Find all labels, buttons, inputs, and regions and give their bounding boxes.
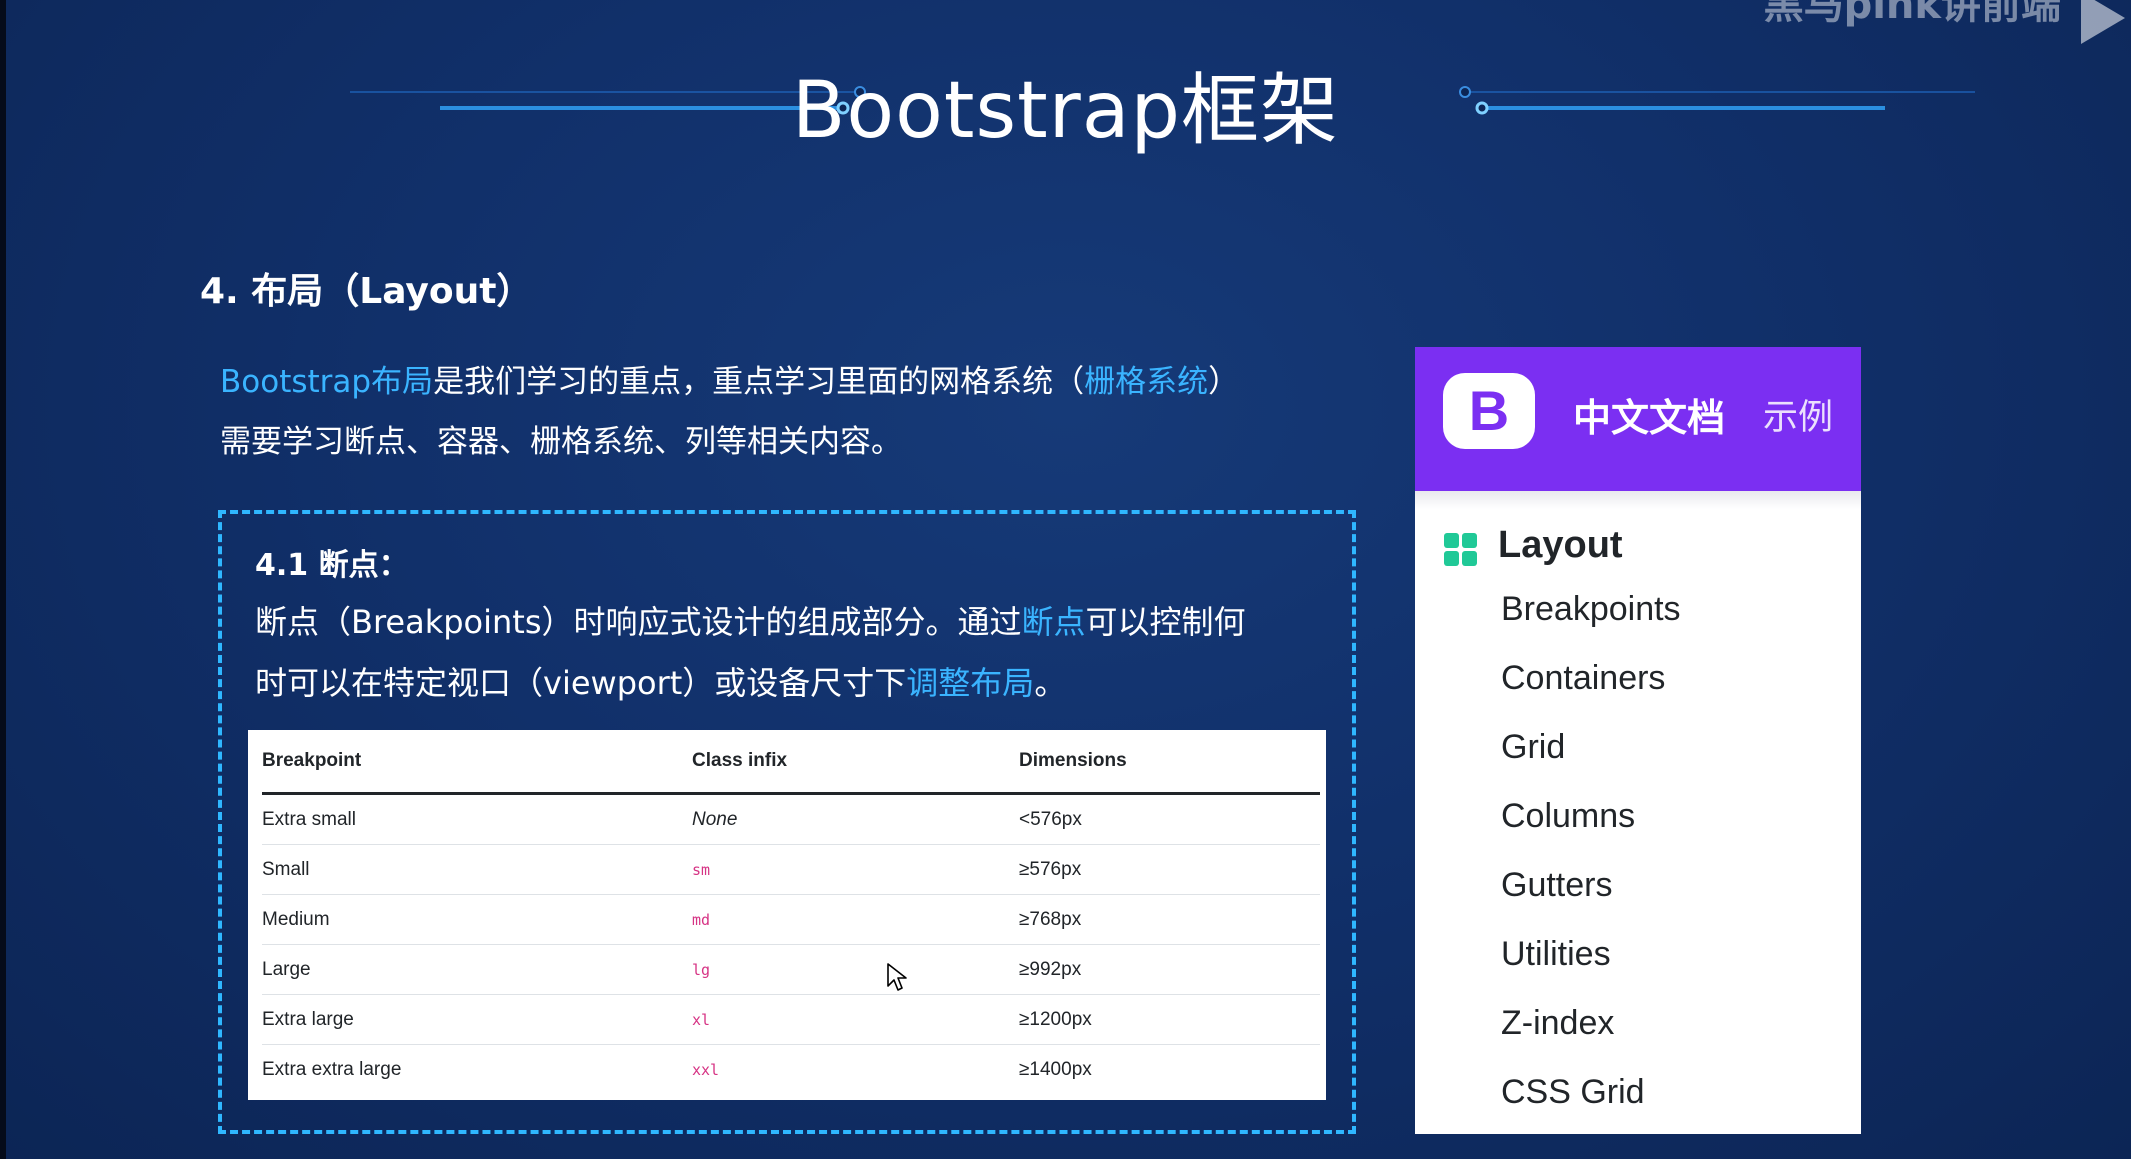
dimensions-cell: ≥1400px <box>1019 1058 1092 1080</box>
table-row: Small sm ≥576px <box>262 844 1320 895</box>
description-line-2: 时可以在特定视口（viewport）或设备尺寸下调整布局。 <box>255 653 1335 714</box>
breakpoints-link[interactable]: 断点 <box>1022 603 1086 641</box>
infix-code: md <box>692 910 711 929</box>
intro-text: 是我们学习的重点，重点学习里面的网格系统（ <box>433 364 1085 400</box>
table-row: Extra extra large xxl ≥1400px <box>262 1045 1320 1095</box>
grid-system-link[interactable]: 栅格系统 <box>1084 364 1208 400</box>
header-dimensions: Dimensions <box>1019 730 1320 795</box>
docs-nav-link[interactable]: 中文文档 <box>1573 387 1725 442</box>
infix-cell: sm <box>692 844 1019 895</box>
dimensions-cell: <576px <box>1019 793 1320 845</box>
description-text: 。 <box>1034 664 1067 702</box>
adjust-layout-link[interactable]: 调整布局 <box>906 664 1034 702</box>
intro-text-end: ） <box>1208 364 1240 400</box>
header-class-infix: Class infix <box>692 730 1019 795</box>
dimensions-cell: ≥992px <box>1019 944 1320 995</box>
infix-cell: md <box>692 894 1019 945</box>
sidebar-item-z-index[interactable]: Z-index <box>1501 998 1681 1067</box>
sidebar-item-gutters[interactable]: Gutters <box>1501 860 1681 929</box>
play-icon <box>2081 0 2125 44</box>
infix-cell: None <box>692 793 1019 845</box>
breakpoints-description: 断点（Breakpoints）时响应式设计的组成部分。通过断点可以控制何 时可以… <box>255 592 1335 714</box>
dimensions-cell: ≥576px <box>1019 844 1320 895</box>
window-edge <box>0 0 6 1159</box>
breakpoint-cell: Extra extra large <box>262 1058 402 1080</box>
table-header-row: Breakpoint Class infix Dimensions <box>262 730 1320 795</box>
breakpoint-cell: Medium <box>262 894 692 945</box>
examples-nav-link[interactable]: 示例 <box>1763 389 1833 440</box>
infix-cell: xxl <box>692 1045 1019 1095</box>
intro-line-2: 需要学习断点、容器、栅格系统、列等相关内容。 <box>220 424 902 460</box>
slide-title: Bootstrap框架 <box>791 66 1340 156</box>
breakpoint-cell: Extra large <box>262 994 692 1045</box>
section-heading: 4. 布局（Layout） <box>200 271 533 312</box>
sidebar-item-utilities[interactable]: Utilities <box>1501 929 1681 998</box>
breakpoint-cell: Large <box>262 944 692 995</box>
dimensions-cell: ≥768px <box>1019 894 1320 945</box>
infix-code: xxl <box>692 1060 720 1079</box>
infix-cell: xl <box>692 994 1019 1045</box>
infix-code: xl <box>692 1010 711 1029</box>
navbar-shadow <box>1415 491 1861 509</box>
description-text: 时可以在特定视口（viewport）或设备尺寸下 <box>255 664 907 702</box>
intro-line-1: Bootstrap布局是我们学习的重点，重点学习里面的网格系统（栅格系统） <box>220 352 1239 412</box>
description-text: 可以控制何 <box>1085 603 1246 641</box>
infix-cell: lg <box>692 944 1019 995</box>
header-breakpoint: Breakpoint <box>262 730 692 795</box>
table-row: Large lg ≥992px <box>262 944 1320 995</box>
bootstrap-layout-link[interactable]: Bootstrap布局 <box>220 364 433 400</box>
intro-paragraph: Bootstrap布局是我们学习的重点，重点学习里面的网格系统（栅格系统） 需要… <box>220 352 1239 472</box>
sidebar-nav-list: Breakpoints Containers Grid Columns Gutt… <box>1501 584 1681 1136</box>
breakpoints-heading: 4.1 断点： <box>255 548 409 583</box>
bootstrap-docs-sidebar: B 中文文档 示例 Layout Breakpoints Containers … <box>1415 347 1861 1134</box>
table-row: Extra small None <576px <box>262 793 1320 845</box>
sidebar-section-layout[interactable]: Layout <box>1498 524 1623 567</box>
table-row: Extra large xl ≥1200px <box>262 994 1320 1045</box>
dimensions-cell: ≥1200px <box>1019 994 1320 1045</box>
sidebar-item-breakpoints[interactable]: Breakpoints <box>1501 584 1681 653</box>
grid-icon <box>1444 533 1478 567</box>
sidebar-item-containers[interactable]: Containers <box>1501 653 1681 722</box>
table-row: Medium md ≥768px <box>262 894 1320 945</box>
bootstrap-logo-icon[interactable]: B <box>1443 373 1535 449</box>
description-text: 断点（Breakpoints）时响应式设计的组成部分。通过 <box>255 603 1022 641</box>
breakpoints-table-panel: Breakpoint Class infix Dimensions Extra … <box>248 730 1326 1100</box>
sidebar-item-columns[interactable]: Columns <box>1501 791 1681 860</box>
breakpoint-cell: Extra small <box>262 793 692 845</box>
sidebar-item-grid[interactable]: Grid <box>1501 722 1681 791</box>
infix-code: lg <box>692 960 711 979</box>
watermark: 黑马pink讲前端 <box>1763 0 2061 28</box>
sidebar-item-css-grid[interactable]: CSS Grid <box>1501 1067 1681 1136</box>
breakpoints-table: Breakpoint Class infix Dimensions Extra … <box>262 730 1320 1094</box>
mouse-cursor-icon <box>887 963 907 991</box>
breakpoint-cell: Small <box>262 844 692 895</box>
description-line-1: 断点（Breakpoints）时响应式设计的组成部分。通过断点可以控制何 <box>255 592 1335 653</box>
infix-code: sm <box>692 860 711 879</box>
docs-navbar: B 中文文档 示例 <box>1415 347 1861 491</box>
